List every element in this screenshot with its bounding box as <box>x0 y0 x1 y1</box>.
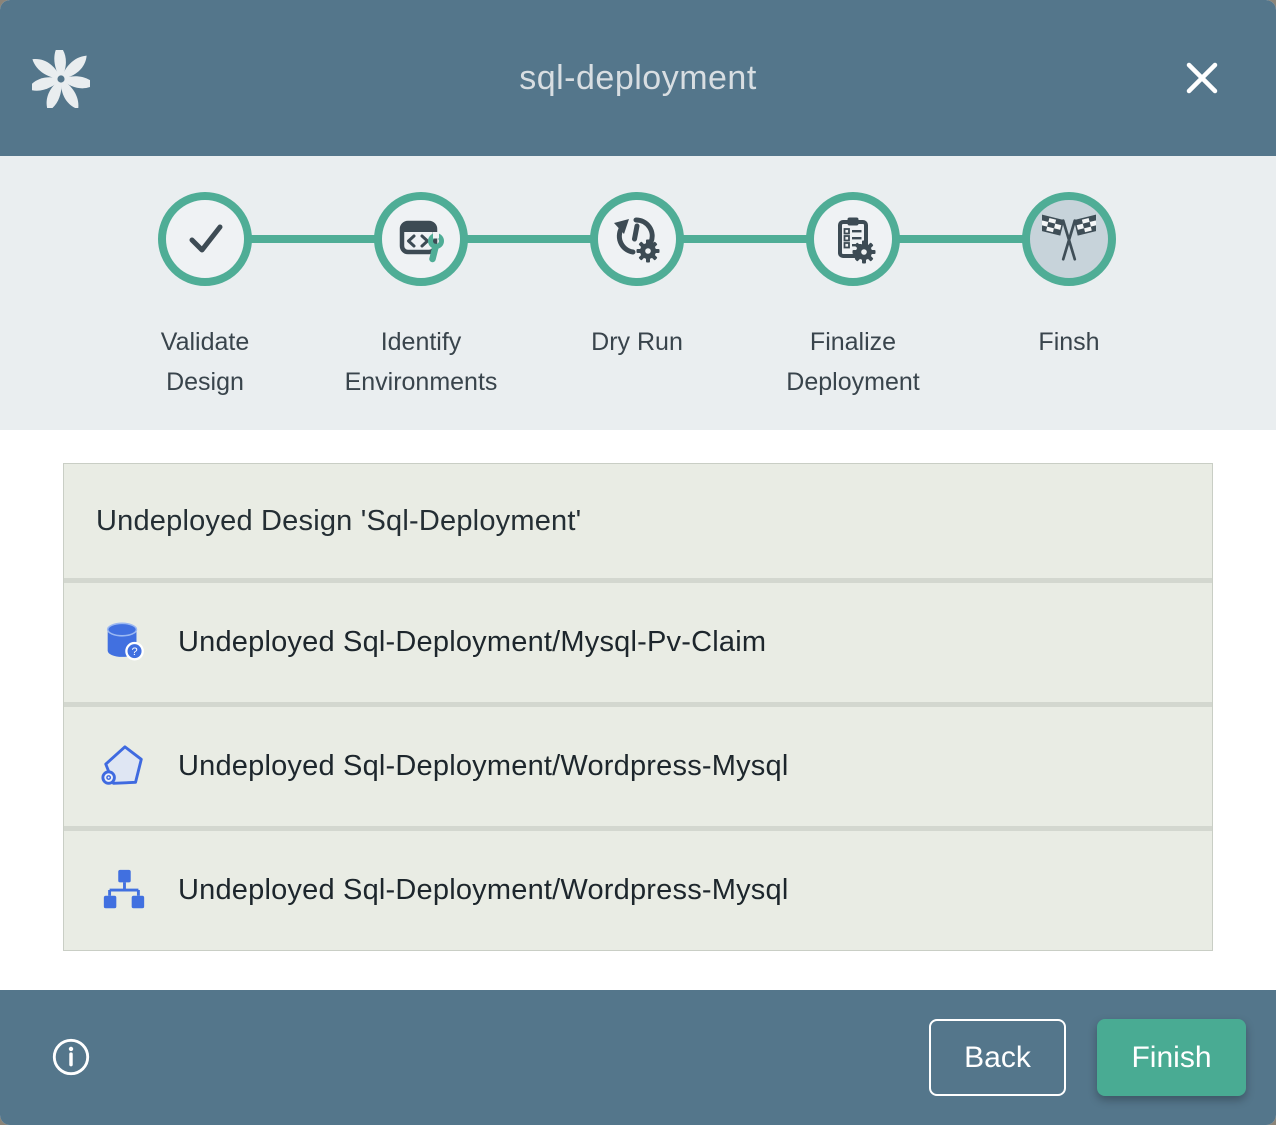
list-item-text: Undeployed Sql-Deployment/Wordpress-Mysq… <box>178 750 788 783</box>
finish-button[interactable]: Finish <box>1097 1019 1246 1096</box>
check-icon <box>179 213 231 265</box>
checkered-flags-icon <box>1042 213 1096 265</box>
topology-icon <box>100 867 148 915</box>
list-item-wordpress-mysql-topology: Undeployed Sql-Deployment/Wordpress-Mysq… <box>64 831 1212 950</box>
list-item-design: Undeployed Design 'Sql-Deployment' <box>64 464 1212 578</box>
code-window-wrench-icon <box>395 213 447 265</box>
database-icon: ? <box>100 619 148 667</box>
step-label-identify-environments: Identify Environments <box>341 322 501 402</box>
step-circle-finalize-deployment[interactable] <box>806 192 900 286</box>
wizard-stepper: Validate Design Identify Environments Dr… <box>0 156 1276 430</box>
step-circle-validate-design[interactable] <box>158 192 252 286</box>
dialog-header: sql-deployment <box>0 0 1276 156</box>
sql-deployment-dialog: sql-deployment <box>0 0 1276 1125</box>
clipboard-gear-icon <box>827 213 879 265</box>
step-label-validate-design: Validate Design <box>125 322 285 402</box>
list-item-text: Undeployed Sql-Deployment/Mysql-Pv-Claim <box>178 626 766 659</box>
dialog-title: sql-deployment <box>519 59 757 98</box>
nirmata-pinwheel-logo-icon <box>32 50 90 108</box>
history-gear-icon <box>611 213 663 265</box>
step-circle-dry-run[interactable] <box>590 192 684 286</box>
close-button[interactable] <box>1180 56 1224 100</box>
svg-text:?: ? <box>131 646 137 658</box>
list-item-text: Undeployed Design 'Sql-Deployment' <box>96 505 581 538</box>
dialog-footer: Back Finish <box>0 990 1276 1125</box>
step-label-dry-run: Dry Run <box>557 322 717 362</box>
back-button[interactable]: Back <box>929 1019 1066 1096</box>
info-button[interactable] <box>50 1036 92 1078</box>
list-item-wordpress-mysql-service: Undeployed Sql-Deployment/Wordpress-Mysq… <box>64 707 1212 826</box>
deployment-status-list: Undeployed Design 'Sql-Deployment' ? Und… <box>63 463 1213 951</box>
info-icon <box>50 1036 92 1078</box>
dialog-body: Undeployed Design 'Sql-Deployment' ? Und… <box>0 430 1276 990</box>
step-circle-finsh[interactable] <box>1022 192 1116 286</box>
pod-icon <box>100 743 148 791</box>
list-item-text: Undeployed Sql-Deployment/Wordpress-Mysq… <box>178 874 788 907</box>
step-label-finsh: Finsh <box>989 322 1149 362</box>
close-icon <box>1180 56 1224 100</box>
list-item-mysql-pv-claim: ? Undeployed Sql-Deployment/Mysql-Pv-Cla… <box>64 583 1212 702</box>
step-circle-identify-environments[interactable] <box>374 192 468 286</box>
step-label-finalize-deployment: Finalize Deployment <box>773 322 933 402</box>
